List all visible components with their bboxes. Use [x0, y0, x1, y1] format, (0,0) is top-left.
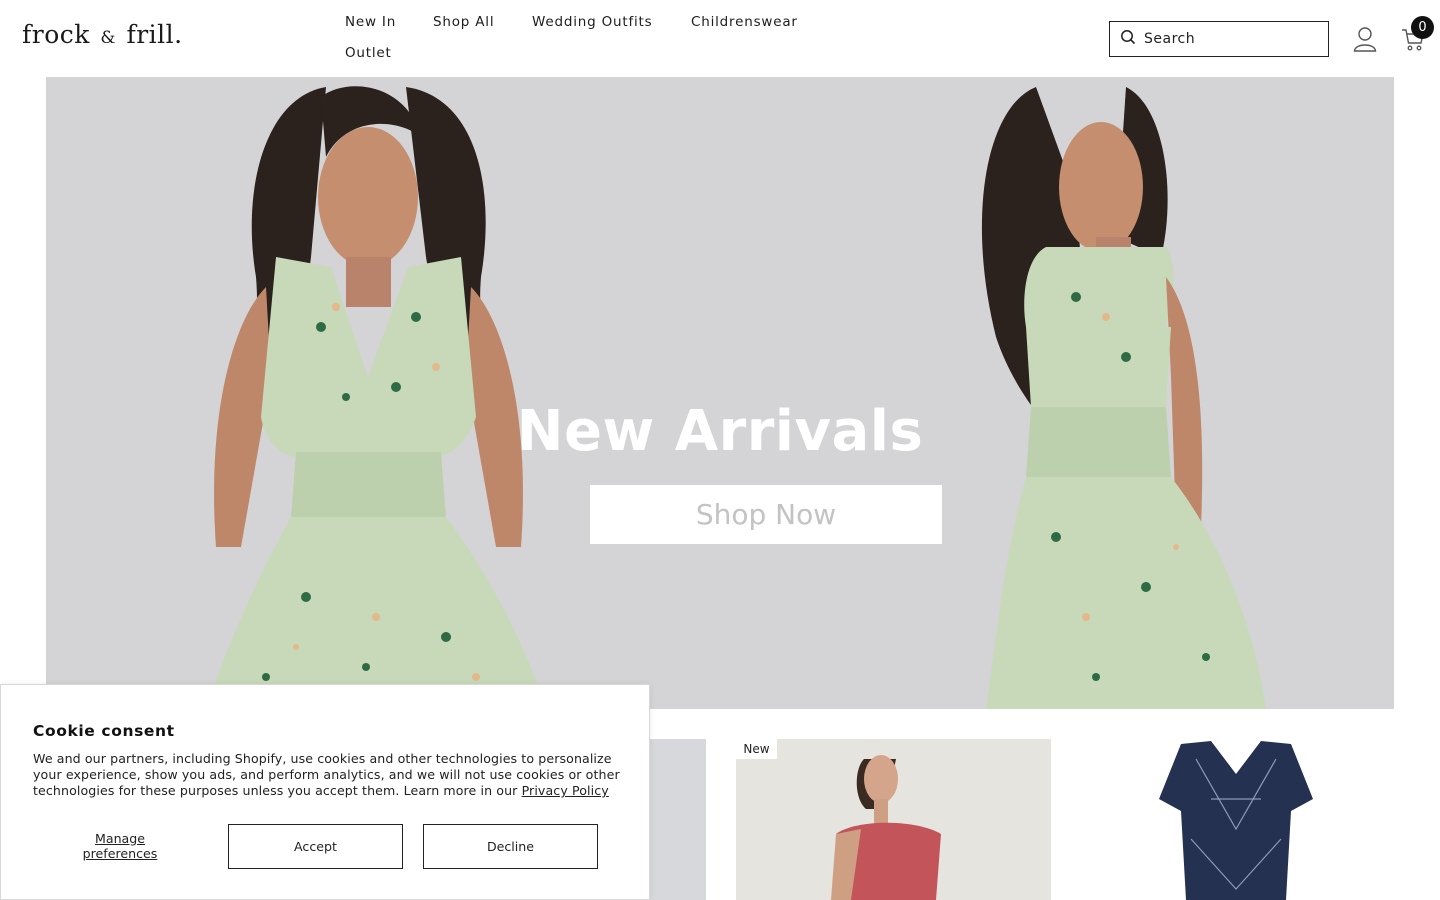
cookie-description: We and our partners, including Shopify, …	[33, 751, 623, 799]
cookie-consent-dialog: Cookie consent We and our partners, incl…	[0, 684, 650, 900]
hero-model-right-image	[981, 87, 1266, 709]
nav-outlet[interactable]: Outlet	[345, 45, 392, 61]
logo-ampersand: &	[100, 28, 116, 48]
privacy-policy-link[interactable]: Privacy Policy	[522, 783, 609, 798]
nav-new-in[interactable]: New In	[345, 14, 396, 30]
hero-title: New Arrivals	[516, 399, 924, 464]
manage-preferences-link[interactable]: Manage preferences	[65, 831, 175, 861]
shop-now-button[interactable]: Shop Now	[590, 485, 942, 544]
hero-model-left-image	[206, 86, 546, 709]
nav-shop-all[interactable]: Shop All	[433, 14, 494, 30]
accept-button[interactable]: Accept	[228, 824, 403, 869]
decline-button[interactable]: Decline	[423, 824, 598, 869]
site-header: frock & frill. New In Shop All Wedding O…	[0, 0, 1440, 77]
product-model-image	[831, 755, 941, 900]
new-badge: New	[736, 739, 777, 759]
cookie-title: Cookie consent	[33, 722, 175, 740]
nav-childrenswear[interactable]: Childrenswear	[691, 14, 798, 30]
product-dress-image	[1159, 741, 1313, 900]
logo-word-frock: frock	[22, 20, 90, 49]
account-icon[interactable]	[1353, 26, 1377, 56]
nav-wedding-outfits[interactable]: Wedding Outfits	[532, 14, 652, 30]
product-card-2-image[interactable]	[736, 739, 1051, 900]
search-icon	[1120, 29, 1136, 49]
search-box[interactable]	[1109, 21, 1329, 57]
site-logo[interactable]: frock & frill.	[22, 20, 183, 49]
hero-banner[interactable]: New Arrivals Shop Now	[46, 77, 1394, 709]
cart-count-badge: 0	[1411, 16, 1434, 39]
product-card-3-image[interactable]	[1081, 739, 1394, 900]
search-input[interactable]	[1144, 31, 1314, 47]
logo-word-frill: frill.	[126, 20, 183, 49]
